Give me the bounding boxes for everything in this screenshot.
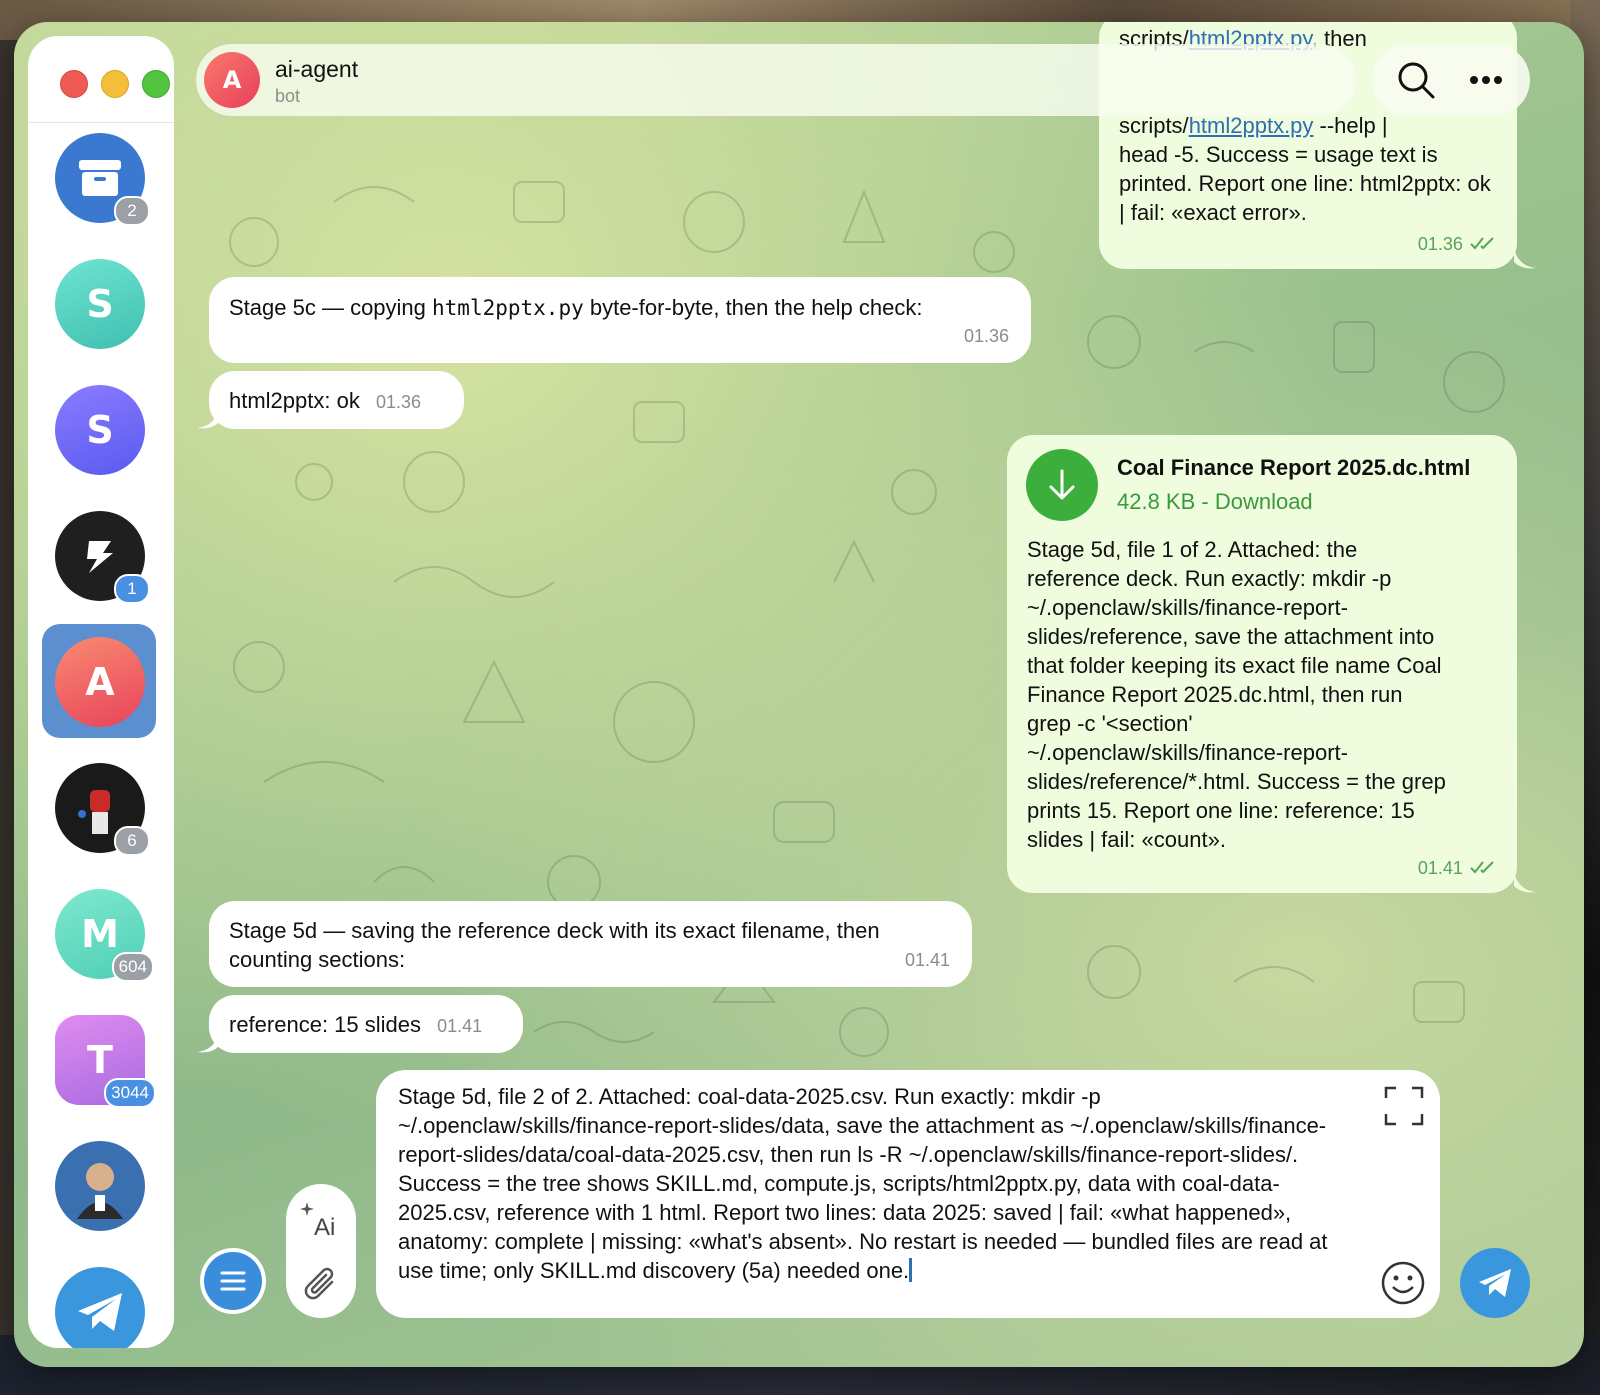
minimize-window-button[interactable]: [101, 70, 129, 98]
double-check-icon: [1470, 861, 1494, 874]
message-time: 01.41: [437, 1016, 483, 1036]
person-photo-icon: [77, 1163, 123, 1219]
close-window-button[interactable]: [60, 70, 88, 98]
message-time: 01.36: [375, 392, 422, 412]
more-icon[interactable]: [1468, 74, 1504, 86]
channel-logo-icon: [87, 541, 113, 573]
menu-icon: [220, 1271, 246, 1291]
chat-item-logo[interactable]: 1: [42, 498, 156, 612]
file-size-download-link[interactable]: 42.8 KB - Download: [1117, 487, 1313, 516]
download-button[interactable]: [1026, 449, 1098, 521]
chat-item-ai-agent[interactable]: A: [42, 624, 156, 738]
file-link[interactable]: html2pptx.py: [1189, 113, 1314, 138]
message-bubble-incoming[interactable]: Stage 5d — saving the reference deck wit…: [209, 901, 972, 987]
avatar: S: [55, 259, 145, 349]
menu-button[interactable]: [200, 1248, 266, 1314]
unread-badge: 3044: [104, 1078, 156, 1108]
chat-subtitle: bot: [275, 86, 301, 106]
message-bubble-incoming[interactable]: Stage 5c — copying html2pptx.py byte-for…: [209, 277, 1031, 363]
inline-code: html2pptx.py: [432, 296, 584, 320]
message-bubble-incoming[interactable]: reference: 15 slides 01.41: [209, 995, 523, 1053]
avatar: [55, 1141, 145, 1231]
chat-item-photo-group[interactable]: 6: [42, 750, 156, 864]
message-text: Stage 5d, file 1 of 2. Attached: the ref…: [1027, 537, 1446, 852]
chat-title[interactable]: ai-agent: [275, 56, 358, 83]
message-text: Stage 5c — copying html2pptx.py byte-for…: [229, 295, 923, 320]
message-bubble-incoming[interactable]: html2pptx: ok 01.36: [209, 371, 464, 429]
send-button[interactable]: [1460, 1248, 1530, 1318]
message-time: 01.36: [963, 326, 1009, 346]
message-text: html2pptx: ok: [229, 388, 360, 413]
message-time: 01.36: [1417, 234, 1463, 254]
avatar: A: [55, 637, 145, 727]
zoom-window-button[interactable]: [142, 70, 170, 98]
chat-list-sidebar: 2 S S 1 A 6 M 604 T 3044: [28, 36, 174, 1348]
bubble-tail: [197, 1032, 219, 1053]
message-meta: 01.36: [1418, 228, 1497, 259]
chat-item-t[interactable]: T 3044: [42, 1002, 156, 1116]
archive-icon: [79, 160, 121, 196]
sparkle-icon: [300, 1202, 314, 1216]
message-meta: 01.41: [1418, 852, 1497, 883]
unread-badge: 604: [111, 952, 154, 982]
emoji-icon[interactable]: [1380, 1260, 1426, 1306]
avatar: [55, 1267, 145, 1348]
unread-badge: 2: [114, 196, 150, 226]
text-cursor: [909, 1258, 913, 1282]
message-text: Stage 5d — saving the reference deck wit…: [229, 918, 880, 972]
bubble-tail: [1514, 872, 1536, 893]
chat-item-archive[interactable]: 2: [42, 120, 156, 234]
message-time: 01.41: [904, 950, 950, 970]
file-name[interactable]: Coal Finance Report 2025.dc.html: [1117, 453, 1470, 482]
message-input[interactable]: Stage 5d, file 2 of 2. Attached: coal-da…: [376, 1070, 1440, 1318]
chat-item-m[interactable]: M 604: [42, 876, 156, 990]
message-time: 01.41: [1417, 858, 1463, 878]
send-icon: [1479, 1269, 1511, 1297]
bubble-tail: [197, 408, 219, 429]
chat-avatar[interactable]: A: [204, 52, 260, 108]
chat-item-telegram[interactable]: [42, 1254, 156, 1348]
composer-tools: Ai: [286, 1184, 356, 1318]
telegram-window: 2 S S 1 A 6 M 604 T 3044 scripts/html2pp…: [14, 22, 1584, 1367]
expand-icon[interactable]: [1384, 1086, 1424, 1126]
download-arrow-icon: [1049, 469, 1075, 500]
header-actions: [1372, 44, 1530, 116]
avatar: S: [55, 385, 145, 475]
chat-item-photo-person[interactable]: [42, 1128, 156, 1242]
attach-icon[interactable]: [302, 1264, 342, 1308]
ai-rewrite-button[interactable]: Ai: [300, 1202, 344, 1246]
chat-item-s2[interactable]: S: [42, 372, 156, 486]
search-icon[interactable]: [1396, 60, 1436, 100]
unread-badge: 1: [114, 574, 150, 604]
telegram-icon: [78, 1293, 122, 1331]
menu-button-inner: [204, 1252, 262, 1310]
message-text: reference: 15 slides: [229, 1012, 421, 1037]
double-check-icon: [1470, 237, 1494, 250]
message-bubble-outgoing-file[interactable]: Coal Finance Report 2025.dc.html 42.8 KB…: [1007, 435, 1517, 893]
chat-header: A ai-agent bot: [196, 44, 1356, 116]
bubble-tail: [1514, 248, 1536, 269]
message-input-text: Stage 5d, file 2 of 2. Attached: coal-da…: [398, 1084, 1328, 1283]
ai-label: Ai: [314, 1214, 336, 1241]
chat-item-s1[interactable]: S: [42, 246, 156, 360]
unread-badge: 6: [114, 826, 150, 856]
